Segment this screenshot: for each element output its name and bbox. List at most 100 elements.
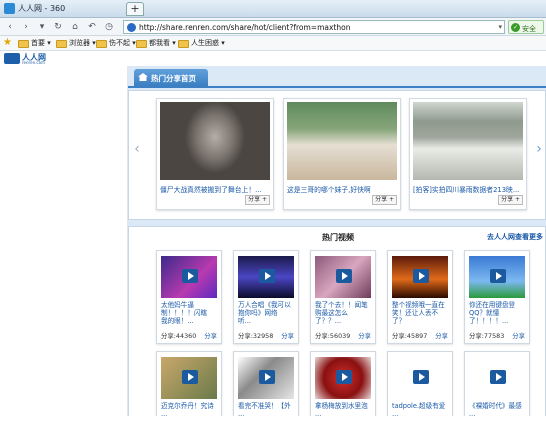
bookmark-folder[interactable]: 人生困惑 ▾ bbox=[178, 38, 225, 49]
play-icon[interactable] bbox=[182, 370, 198, 384]
share-caption[interactable]: [拍客]实拍四川暴雨数据者213映... bbox=[413, 184, 525, 194]
video-thumbnail[interactable] bbox=[238, 357, 294, 399]
status-area bbox=[0, 416, 546, 434]
bookmark-folder[interactable]: 都我看 ▾ bbox=[136, 38, 176, 49]
folder-icon bbox=[136, 40, 147, 48]
share-card[interactable]: 这是三哥的哪个妹子,好快啊 分享 + bbox=[283, 98, 401, 210]
undo-icon[interactable]: ↶ bbox=[86, 21, 98, 33]
play-icon[interactable] bbox=[259, 370, 275, 384]
security-badge[interactable]: ✓ 安全 bbox=[508, 20, 544, 34]
forward-icon[interactable]: › bbox=[20, 21, 32, 33]
tab-label: 热门分享首页 bbox=[151, 74, 196, 83]
video-thumbnail[interactable] bbox=[315, 256, 371, 298]
address-bar[interactable]: http://share.renren.com/share/hot/client… bbox=[123, 20, 505, 34]
star-icon[interactable]: ★ bbox=[3, 37, 12, 48]
bookmark-label: 都我看 ▾ bbox=[149, 39, 176, 47]
video-thumbnail[interactable] bbox=[469, 357, 525, 399]
share-count: 分享:77583 bbox=[469, 332, 505, 340]
share-button[interactable]: 分享 + bbox=[498, 195, 523, 205]
share-caption[interactable]: 僵尸大战真然被搬到了舞台上！... bbox=[160, 184, 272, 194]
video-share-link[interactable]: 分享 bbox=[204, 331, 217, 340]
share-count: 分享:56039 bbox=[315, 332, 351, 340]
video-card[interactable]: 拿杨梅放到水里泡 ... bbox=[310, 351, 376, 416]
video-thumbnail[interactable] bbox=[161, 256, 217, 298]
video-title[interactable]: 迈克尔乔丹！究诗 ... bbox=[161, 402, 219, 416]
share-caption[interactable]: 这是三哥的哪个妹子,好快啊 bbox=[287, 184, 399, 194]
video-thumbnail[interactable] bbox=[161, 357, 217, 399]
address-dropdown-icon[interactable]: ▾ bbox=[498, 23, 502, 31]
video-card[interactable]: 我了个去！！闻笔 购最这怎么 了？？... 分享:56039 分享 bbox=[310, 250, 376, 344]
video-title[interactable]: 我了个去！！闻笔 购最这怎么 了？？... bbox=[315, 301, 373, 325]
see-more-link[interactable]: 去人人网查看更多 bbox=[487, 232, 543, 242]
share-count: 分享:45897 bbox=[392, 332, 428, 340]
play-icon[interactable] bbox=[490, 370, 506, 384]
bookmark-folder[interactable]: 伤不起 ▾ bbox=[96, 38, 136, 49]
tab-hot-share-home[interactable]: 热门分享首页 bbox=[134, 69, 208, 86]
video-title[interactable]: 看完不准哭！【外 ... bbox=[238, 402, 296, 416]
share-card[interactable]: [拍客]实拍四川暴雨数据者213映... 分享 + bbox=[409, 98, 527, 210]
folder-icon bbox=[56, 40, 67, 48]
back-icon[interactable]: ‹ bbox=[4, 21, 16, 33]
section-title: 热门视频 bbox=[322, 233, 354, 242]
play-icon[interactable] bbox=[413, 370, 429, 384]
carousel-prev-icon[interactable]: ‹ bbox=[131, 141, 143, 157]
video-card[interactable]: 看完不准哭！【外 ... bbox=[233, 351, 299, 416]
play-icon[interactable] bbox=[259, 269, 275, 283]
video-thumbnail[interactable] bbox=[392, 357, 448, 399]
share-button[interactable]: 分享 + bbox=[372, 195, 397, 205]
url-text[interactable]: http://share.renren.com/share/hot/client… bbox=[139, 23, 350, 32]
video-title[interactable]: 《裸婚时代》最感 ... bbox=[469, 402, 527, 416]
video-card[interactable]: 你还在用键盘登 QQ？就懂 了！！！！... 分享:77583 分享 bbox=[464, 250, 530, 344]
bookmark-folder[interactable]: 首要 ▾ bbox=[18, 38, 51, 49]
window-title: 人人网 - 360 bbox=[18, 4, 66, 13]
play-icon[interactable] bbox=[413, 269, 429, 283]
renren-logo-icon[interactable] bbox=[4, 53, 20, 64]
history-icon[interactable]: ◷ bbox=[103, 21, 115, 33]
play-icon[interactable] bbox=[182, 269, 198, 283]
folder-icon bbox=[18, 40, 29, 48]
bookmark-label: 浏览器 ▾ bbox=[69, 39, 96, 47]
video-share-link[interactable]: 分享 bbox=[281, 331, 294, 340]
share-button[interactable]: 分享 + bbox=[245, 195, 270, 205]
video-title[interactable]: 太他妈牛逼 制！！！！闪瞎 我的眼！... bbox=[161, 301, 219, 325]
video-title[interactable]: 整个视频哦一直在 笑！还让人丢不 了？ bbox=[392, 301, 450, 325]
video-card[interactable]: 迈克尔乔丹！究诗 ... bbox=[156, 351, 222, 416]
share-card[interactable]: 僵尸大战真然被搬到了舞台上！... 分享 + bbox=[156, 98, 274, 210]
student-photo[interactable] bbox=[287, 102, 397, 180]
video-card[interactable]: 太他妈牛逼 制！！！！闪瞎 我的眼！... 分享:44360 分享 bbox=[156, 250, 222, 344]
video-title[interactable]: 拿杨梅放到水里泡 ... bbox=[315, 402, 373, 416]
browser-logo-icon bbox=[4, 3, 15, 14]
bookmark-folder[interactable]: 浏览器 ▾ bbox=[56, 38, 96, 49]
refresh-icon[interactable]: ↻ bbox=[52, 21, 64, 33]
flood-photo[interactable] bbox=[413, 102, 523, 180]
video-thumbnail[interactable] bbox=[392, 256, 448, 298]
carousel-next-icon[interactable]: › bbox=[533, 141, 545, 157]
video-card[interactable]: tadpole.超级有爱 ... bbox=[387, 351, 453, 416]
video-thumbnail[interactable] bbox=[238, 256, 294, 298]
play-icon[interactable] bbox=[490, 269, 506, 283]
dropdown-history-icon[interactable]: ▾ bbox=[36, 21, 48, 33]
video-card[interactable]: 整个视频哦一直在 笑！还让人丢不 了？ 分享:45897 分享 bbox=[387, 250, 453, 344]
video-share-link[interactable]: 分享 bbox=[512, 331, 525, 340]
video-title[interactable]: 万人合唱《我可以 抱你吗》网络 听... bbox=[238, 301, 296, 325]
site-logo-domain: renren.com bbox=[22, 60, 45, 65]
zombie-photo[interactable] bbox=[160, 102, 270, 180]
video-share-link[interactable]: 分享 bbox=[358, 331, 371, 340]
new-tab-button[interactable]: + bbox=[126, 2, 144, 16]
video-thumbnail[interactable] bbox=[315, 357, 371, 399]
share-count: 分享:44360 bbox=[161, 332, 197, 340]
play-icon[interactable] bbox=[336, 370, 352, 384]
hot-videos-panel: 热门视频 去人人网查看更多 太他妈牛逼 制！！！！闪瞎 我的眼！... 分享:4… bbox=[128, 226, 546, 416]
bookmark-label: 人生困惑 ▾ bbox=[191, 39, 225, 47]
video-thumbnail[interactable] bbox=[469, 256, 525, 298]
bookmark-label: 首要 ▾ bbox=[31, 39, 51, 47]
video-title[interactable]: 你还在用键盘登 QQ？就懂 了！！！！... bbox=[469, 301, 527, 325]
video-title[interactable]: tadpole.超级有爱 ... bbox=[392, 402, 450, 416]
play-icon[interactable] bbox=[336, 269, 352, 283]
video-card[interactable]: 万人合唱《我可以 抱你吗》网络 听... 分享:32958 分享 bbox=[233, 250, 299, 344]
home-icon[interactable]: ⌂ bbox=[69, 21, 81, 33]
house-icon bbox=[138, 73, 148, 81]
folder-icon bbox=[178, 40, 189, 48]
video-card[interactable]: 《裸婚时代》最感 ... bbox=[464, 351, 530, 416]
video-share-link[interactable]: 分享 bbox=[435, 331, 448, 340]
